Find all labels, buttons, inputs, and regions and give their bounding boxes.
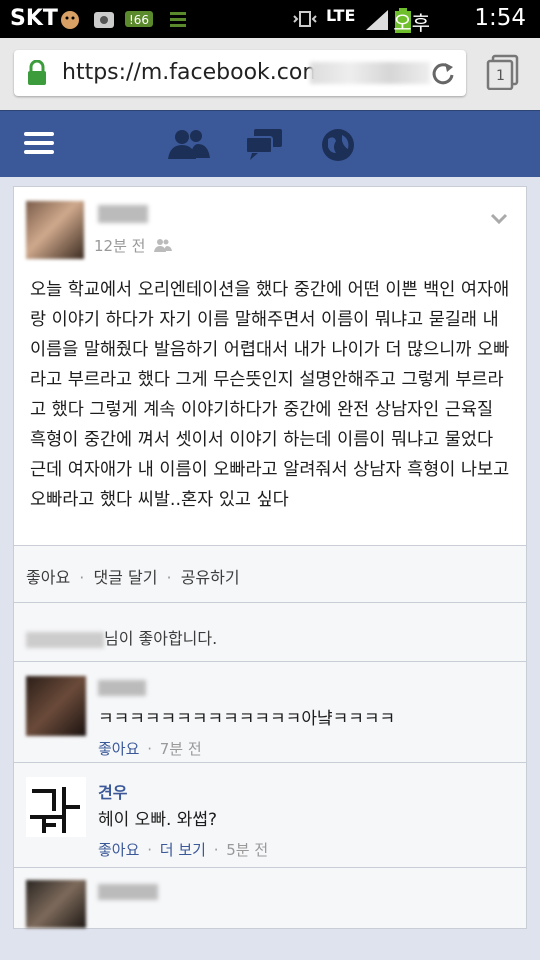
clock-time: 1:54 (474, 5, 526, 31)
post-card: 12분 전 오늘 학교에서 오리엔테이션을 했다 중간에 어떤 이쁜 백인 여자… (13, 186, 527, 546)
post-text: 오늘 학교에서 오리엔테이션을 했다 중간에 어떤 이쁜 백인 여자애랑 이야기… (30, 280, 510, 510)
comment-meta: 좋아요 · 더 보기 · 5분 전 (98, 839, 268, 860)
post-time-text: 12분 전 (94, 237, 146, 255)
messages-icon[interactable] (244, 127, 284, 165)
svg-text:!66: !66 (129, 13, 149, 27)
comment-item (13, 868, 527, 929)
commenter-name-redacted[interactable] (98, 884, 158, 900)
author-avatar[interactable] (26, 201, 84, 259)
signal-icon (364, 8, 390, 30)
commenter-avatar[interactable] (26, 676, 86, 736)
news-feed: 12분 전 오늘 학교에서 오리엔테이션을 했다 중간에 어떤 이쁜 백인 여자… (13, 186, 527, 929)
comment-item: 견우 헤이 오빠. 와썹? 좋아요 · 더 보기 · 5분 전 (13, 763, 527, 868)
author-name-redacted[interactable] (98, 205, 148, 223)
ampm-label: 오후 (393, 11, 430, 35)
comment-like-button[interactable]: 좋아요 (98, 740, 139, 758)
list-icon (166, 8, 190, 30)
commenter-name-redacted[interactable] (98, 680, 146, 696)
badge-icon: !66 (124, 8, 154, 30)
likes-summary[interactable]: 님이 좋아합니다. (13, 611, 527, 662)
comment-time[interactable]: 7분 전 (160, 740, 202, 758)
browser-toolbar: https://m.facebook.com 1 (0, 38, 540, 110)
post-header: 12분 전 (14, 187, 526, 263)
comment-item: ㅋㅋㅋㅋㅋㅋㅋㅋㅋㅋㅋㅋㅋ아냨ㅋㅋㅋㅋ 좋아요 · 7분 전 (13, 662, 527, 763)
liker-name-redacted (26, 631, 104, 648)
share-button[interactable]: 공유하기 (181, 568, 240, 587)
address-bar[interactable]: https://m.facebook.com (14, 50, 466, 96)
comment-button[interactable]: 댓글 달기 (93, 568, 157, 587)
facebook-nav-bar (0, 110, 540, 177)
like-button[interactable]: 좋아요 (26, 568, 70, 587)
handwritten-avatar-icon (30, 787, 80, 833)
post-timestamp[interactable]: 12분 전 (94, 235, 173, 256)
separator: · (213, 841, 219, 859)
globe-icon[interactable] (320, 127, 356, 167)
chevron-down-icon[interactable] (490, 209, 508, 230)
reload-icon[interactable] (430, 60, 456, 90)
commenter-name[interactable]: 견우 (98, 779, 127, 803)
separator: · (147, 841, 152, 859)
notification-icon (58, 8, 82, 30)
comment-meta: 좋아요 · 7분 전 (98, 738, 202, 759)
url-redacted (310, 62, 430, 84)
comment-time[interactable]: 5분 전 (226, 841, 268, 859)
separator: · (166, 568, 172, 587)
friends-audience-icon (154, 238, 173, 256)
tab-count: 1 (496, 68, 505, 84)
vibrate-icon (290, 8, 320, 30)
friends-icon[interactable] (168, 127, 210, 165)
network-type-label: LTE (326, 6, 356, 25)
commenter-avatar[interactable] (26, 777, 86, 837)
menu-icon[interactable] (24, 127, 56, 163)
commenter-avatar[interactable] (26, 880, 86, 928)
comment-more-button[interactable]: 더 보기 (160, 841, 206, 859)
status-bar: SKT !66 LTE 오후 1:54 (0, 0, 540, 38)
url-text: https://m.facebook.com (62, 60, 324, 85)
comment-like-button[interactable]: 좋아요 (98, 841, 139, 859)
comment-text: ㅋㅋㅋㅋㅋㅋㅋㅋㅋㅋㅋㅋㅋ아냨ㅋㅋㅋㅋ (98, 709, 396, 729)
separator: · (147, 740, 152, 758)
app-notification-icon (92, 8, 116, 30)
lock-icon (26, 59, 48, 90)
post-actions: 좋아요 · 댓글 달기 · 공유하기 (13, 546, 527, 603)
comment-text: 헤이 오빠. 와썹? (98, 810, 218, 830)
tabs-button[interactable]: 1 (486, 54, 520, 91)
separator: · (79, 568, 85, 587)
carrier-label: SKT (10, 6, 58, 31)
likes-text: 님이 좋아합니다. (104, 629, 218, 648)
